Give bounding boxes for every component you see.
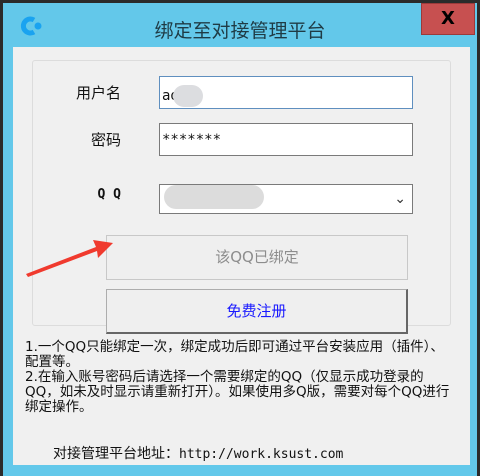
username-input[interactable]: ad	[159, 76, 413, 109]
password-input[interactable]: *******	[159, 123, 413, 156]
bound-button: 该QQ已绑定	[106, 235, 408, 280]
dialog-body: 用户名 ad 密码 ******* Q Q ⌄ 该QQ已绑定 免费注册 1.一个…	[13, 47, 470, 465]
close-button[interactable]: X	[421, 3, 475, 35]
password-label: 密码	[90, 131, 121, 149]
dialog-window: 绑定至对接管理平台 X 用户名 ad 密码 ******* Q Q ⌄ 该QQ已…	[3, 3, 477, 476]
redacted-blur	[172, 85, 203, 107]
address-url[interactable]: http://work.ksust.com	[179, 447, 343, 462]
login-group: 用户名 ad 密码 ******* Q Q ⌄ 该QQ已绑定 免费注册	[32, 60, 451, 334]
note-2: 2.在输入账号密码后请选择一个需要绑定的QQ（仅显示成功登录的QQ，如未及时显示…	[25, 369, 450, 415]
username-label: 用户名	[75, 84, 121, 102]
chevron-down-icon[interactable]: ⌄	[394, 191, 406, 207]
window-title: 绑定至对接管理平台	[154, 20, 326, 42]
qq-label: Q Q	[97, 187, 121, 202]
register-button[interactable]: 免费注册	[106, 289, 408, 334]
qq-select[interactable]: ⌄	[159, 184, 413, 214]
note-1: 1.一个QQ只能绑定一次，绑定成功后即可通过平台安装应用（插件）、配置等。	[25, 339, 444, 370]
redacted-blur	[164, 185, 264, 209]
address-label: 对接管理平台地址：	[53, 446, 179, 462]
instructions: 1.一个QQ只能绑定一次，绑定成功后即可通过平台安装应用（插件）、配置等。 2.…	[25, 340, 455, 415]
platform-address: 对接管理平台地址：http://work.ksust.com	[53, 443, 343, 463]
